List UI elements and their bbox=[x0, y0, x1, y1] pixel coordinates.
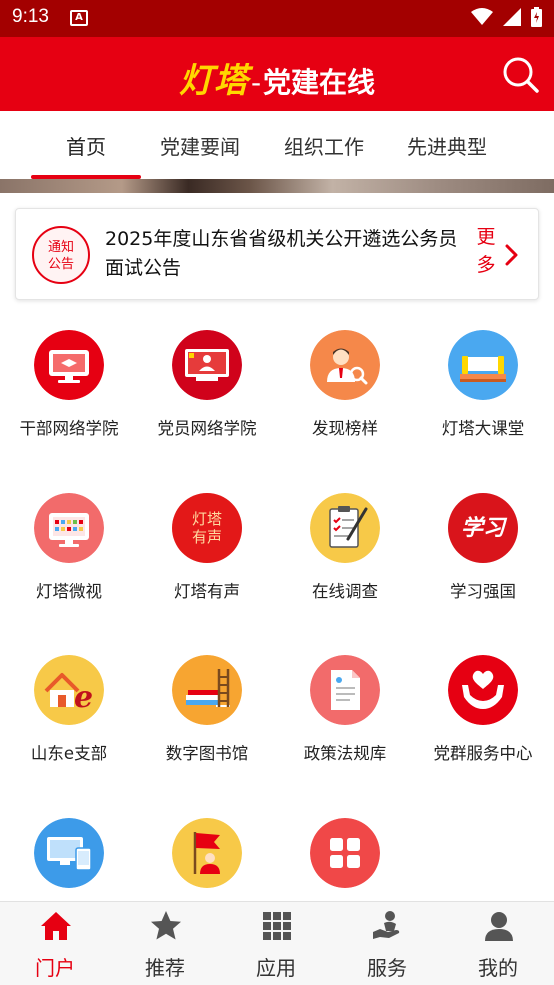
nav-label: 推荐 bbox=[145, 956, 185, 980]
nav-portal[interactable]: 门户 bbox=[0, 902, 110, 985]
xuexi-qiangguo-icon: 学习 bbox=[448, 493, 518, 563]
digital-library-icon bbox=[172, 655, 242, 725]
grid-item-lecture-hall[interactable]: 灯塔大课堂 bbox=[414, 300, 552, 460]
grid-item-label: 数字图书馆 bbox=[165, 744, 249, 763]
nav-label: 门户 bbox=[35, 956, 75, 980]
search-icon[interactable] bbox=[502, 56, 540, 94]
user-icon bbox=[485, 912, 513, 941]
status-icons bbox=[471, 7, 542, 27]
grid-item-online-survey[interactable]: 在线调查 bbox=[276, 463, 414, 623]
more-link-line1: 更 bbox=[476, 226, 496, 248]
find-role-model-icon bbox=[310, 330, 380, 400]
grid-item-label: 灯塔大课堂 bbox=[441, 419, 525, 438]
more-link-line2: 多 bbox=[476, 254, 496, 276]
grid-item-label: 干部网络学院 bbox=[19, 419, 119, 438]
policy-library-icon bbox=[310, 655, 380, 725]
grid-item-flag-person[interactable] bbox=[138, 788, 276, 901]
grid-item-cadre-academy[interactable]: 干部网络学院 bbox=[0, 300, 138, 460]
grid-item-micro-video[interactable]: 灯塔微视 bbox=[0, 463, 138, 623]
grid-item-xuexi-qiangguo[interactable]: 学习 学习强国 bbox=[414, 463, 552, 623]
app-grid: 干部网络学院 党员网络学院 发现榜样 灯塔大课堂 灯塔微视 灯塔 有声 灯塔有声… bbox=[0, 300, 554, 901]
micro-video-icon bbox=[34, 493, 104, 563]
nav-recommend[interactable]: 推荐 bbox=[110, 902, 220, 985]
flag-person-icon bbox=[172, 818, 242, 888]
online-survey-icon bbox=[310, 493, 380, 563]
nav-label: 服务 bbox=[367, 956, 407, 980]
signal-icon bbox=[503, 8, 521, 26]
brand-subtitle: 党建在线 bbox=[263, 66, 376, 99]
tab-home[interactable]: 首页 bbox=[66, 131, 106, 160]
wifi-icon bbox=[471, 8, 493, 25]
party-member-academy-icon bbox=[172, 330, 242, 400]
nav-label: 应用 bbox=[256, 956, 296, 980]
grid-item-label: 灯塔微视 bbox=[36, 582, 102, 601]
bottom-navigation: 门户 推荐 应用 服务 我的 bbox=[0, 901, 554, 985]
grid-item-label: 学习强国 bbox=[450, 582, 516, 601]
star-icon bbox=[151, 911, 181, 940]
grid-item-label: 党群服务中心 bbox=[433, 744, 533, 763]
grid-item-service-center[interactable]: 党群服务中心 bbox=[414, 625, 552, 785]
grid-item-label: 发现榜样 bbox=[312, 419, 378, 438]
lecture-hall-icon bbox=[448, 330, 518, 400]
nav-label: 我的 bbox=[478, 956, 518, 980]
audio-icon: 灯塔 有声 bbox=[172, 493, 242, 563]
status-bar: 9:13 A bbox=[0, 0, 554, 37]
grid-item-find-role-model[interactable]: 发现榜样 bbox=[276, 300, 414, 460]
notice-card[interactable]: 通知 公告 2025年度山东省省级机关公开遴选公务员面试公告 更 多 bbox=[15, 208, 539, 300]
audio-icon-text-1: 灯塔 bbox=[191, 510, 222, 528]
notification-icon: A bbox=[70, 10, 88, 26]
grid-item-digital-library[interactable]: 数字图书馆 bbox=[138, 625, 276, 785]
nav-apps[interactable]: 应用 bbox=[221, 902, 331, 985]
tab-organization-work[interactable]: 组织工作 bbox=[284, 131, 364, 160]
banner-image[interactable] bbox=[0, 179, 554, 193]
notice-badge-line2: 公告 bbox=[47, 257, 74, 272]
grid-item-shandong-e-branch[interactable]: e 山东e支部 bbox=[0, 625, 138, 785]
grid-item-label: 党员网络学院 bbox=[157, 419, 257, 438]
cadre-academy-icon bbox=[34, 330, 104, 400]
app-title: 灯塔-党建在线 bbox=[0, 53, 554, 102]
grid-item-label: 政策法规库 bbox=[303, 744, 387, 763]
grid-item-party-member-academy[interactable]: 党员网络学院 bbox=[138, 300, 276, 460]
more-link[interactable]: 更 多 bbox=[475, 223, 497, 279]
brand-separator: - bbox=[250, 66, 262, 99]
nav-service[interactable]: 服务 bbox=[332, 902, 442, 985]
notice-badge: 通知 公告 bbox=[32, 226, 90, 284]
more-apps-icon bbox=[310, 818, 380, 888]
grid-item-audio[interactable]: 灯塔 有声 灯塔有声 bbox=[138, 463, 276, 623]
grid-item-label: 在线调查 bbox=[312, 582, 378, 601]
tab-party-news[interactable]: 党建要闻 bbox=[160, 131, 240, 160]
notice-badge-line1: 通知 bbox=[47, 240, 74, 255]
grid-item-label: 山东e支部 bbox=[30, 744, 108, 763]
grid-item-label: 灯塔有声 bbox=[174, 582, 240, 601]
brand-logo: 灯塔 bbox=[178, 61, 249, 101]
computer-icon bbox=[34, 818, 104, 888]
app-bar: 灯塔-党建在线 bbox=[0, 37, 554, 111]
grid-item-computer[interactable] bbox=[0, 788, 138, 901]
tab-advanced-models[interactable]: 先进典型 bbox=[407, 131, 487, 160]
service-hand-icon bbox=[373, 911, 400, 939]
shandong-e-branch-icon: e bbox=[34, 655, 104, 725]
grid-item-policy-library[interactable]: 政策法规库 bbox=[276, 625, 414, 785]
service-center-icon bbox=[448, 655, 518, 725]
apps-grid-icon bbox=[263, 912, 291, 940]
battery-icon bbox=[531, 7, 542, 27]
nav-mine[interactable]: 我的 bbox=[443, 902, 553, 985]
home-icon bbox=[41, 912, 71, 940]
notice-text[interactable]: 2025年度山东省省级机关公开遴选公务员面试公告 bbox=[105, 225, 461, 283]
chevron-right-icon[interactable] bbox=[504, 243, 520, 267]
audio-icon-text-2: 有声 bbox=[191, 528, 222, 546]
category-tabs: 首页 党建要闻 组织工作 先进典型 bbox=[0, 111, 554, 179]
grid-item-more-apps[interactable] bbox=[276, 788, 414, 901]
svg-text:e: e bbox=[74, 680, 93, 715]
status-time: 9:13 bbox=[12, 6, 49, 27]
